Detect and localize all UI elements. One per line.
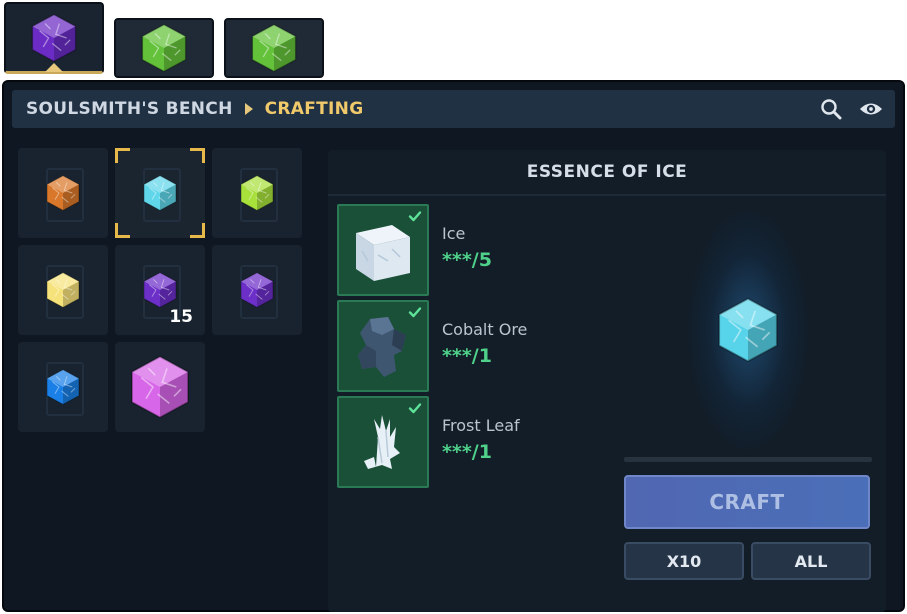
header-bar: SOULSMITH'S BENCH CRAFTING xyxy=(12,90,895,128)
recipe-detail-panel: ESSENCE OF ICE Ice ***/5 Cobalt Ore ***/… xyxy=(328,150,886,612)
recipe-slot-orange[interactable] xyxy=(18,148,108,238)
ingredient-count: ***/1 xyxy=(442,345,492,367)
frost-leaf-icon xyxy=(364,415,400,469)
ingredient-name: Ice xyxy=(442,224,466,243)
breadcrumb-arrow-icon xyxy=(244,103,253,115)
crafting-window: SOULSMITH'S BENCH CRAFTING 15 ESSENCE OF… xyxy=(2,80,905,612)
check-icon xyxy=(407,400,423,416)
ingredient-name: Cobalt Ore xyxy=(442,320,528,339)
breadcrumb-root[interactable]: SOULSMITH'S BENCH xyxy=(26,99,233,119)
ice-block-icon xyxy=(356,225,410,281)
ice-crystal-icon xyxy=(140,173,180,213)
ingredient-count: ***/5 xyxy=(442,249,492,271)
recipe-slot-blue[interactable] xyxy=(18,342,108,432)
craft-progress-bar xyxy=(624,457,872,462)
ingredient-slot-frost-leaf[interactable] xyxy=(337,396,429,488)
craft-button[interactable]: CRAFT xyxy=(624,475,870,529)
green-crystal-icon xyxy=(137,21,191,75)
tab-green-essence-2[interactable] xyxy=(224,18,324,78)
purple-crystal-icon xyxy=(27,11,81,65)
recipe-title: ESSENCE OF ICE xyxy=(328,150,886,196)
lime-crystal-icon xyxy=(237,173,277,213)
ingredient-name: Frost Leaf xyxy=(442,416,520,435)
blue-crystal-icon xyxy=(43,367,83,407)
ingredient-slot-ice[interactable] xyxy=(337,204,429,296)
recipe-slot-magenta[interactable] xyxy=(115,342,205,432)
cobalt-ore-icon xyxy=(358,317,406,377)
orange-crystal-icon xyxy=(43,173,83,213)
item-quantity: 15 xyxy=(169,307,193,327)
recipe-slot-purple-stack[interactable]: 15 xyxy=(115,245,205,335)
yellow-crystal-icon xyxy=(43,270,83,310)
recipe-slot-purple[interactable] xyxy=(212,245,302,335)
purple-crystal-icon xyxy=(237,270,277,310)
craft-all-button[interactable]: ALL xyxy=(751,542,871,580)
breadcrumb-current: CRAFTING xyxy=(264,99,364,119)
recipe-slot-lime[interactable] xyxy=(212,148,302,238)
purple-crystal-icon xyxy=(140,270,180,310)
ingredient-count: ***/1 xyxy=(442,441,492,463)
ingredient-slot-cobalt-ore[interactable] xyxy=(337,300,429,392)
search-icon[interactable] xyxy=(819,98,843,120)
check-icon xyxy=(407,304,423,320)
recipe-slot-yellow[interactable] xyxy=(18,245,108,335)
green-crystal-icon xyxy=(247,21,301,75)
check-icon xyxy=(407,208,423,224)
tab-green-essence-1[interactable] xyxy=(114,18,214,78)
active-tab-indicator xyxy=(45,63,63,72)
craft-x10-button[interactable]: X10 xyxy=(624,542,744,580)
essence-of-ice-preview-icon xyxy=(712,290,784,370)
recipe-slot-ice-selected[interactable] xyxy=(115,148,205,238)
tab-purple-essence[interactable] xyxy=(4,2,104,74)
magenta-crystal-icon xyxy=(125,352,195,422)
eye-icon[interactable] xyxy=(859,98,883,120)
